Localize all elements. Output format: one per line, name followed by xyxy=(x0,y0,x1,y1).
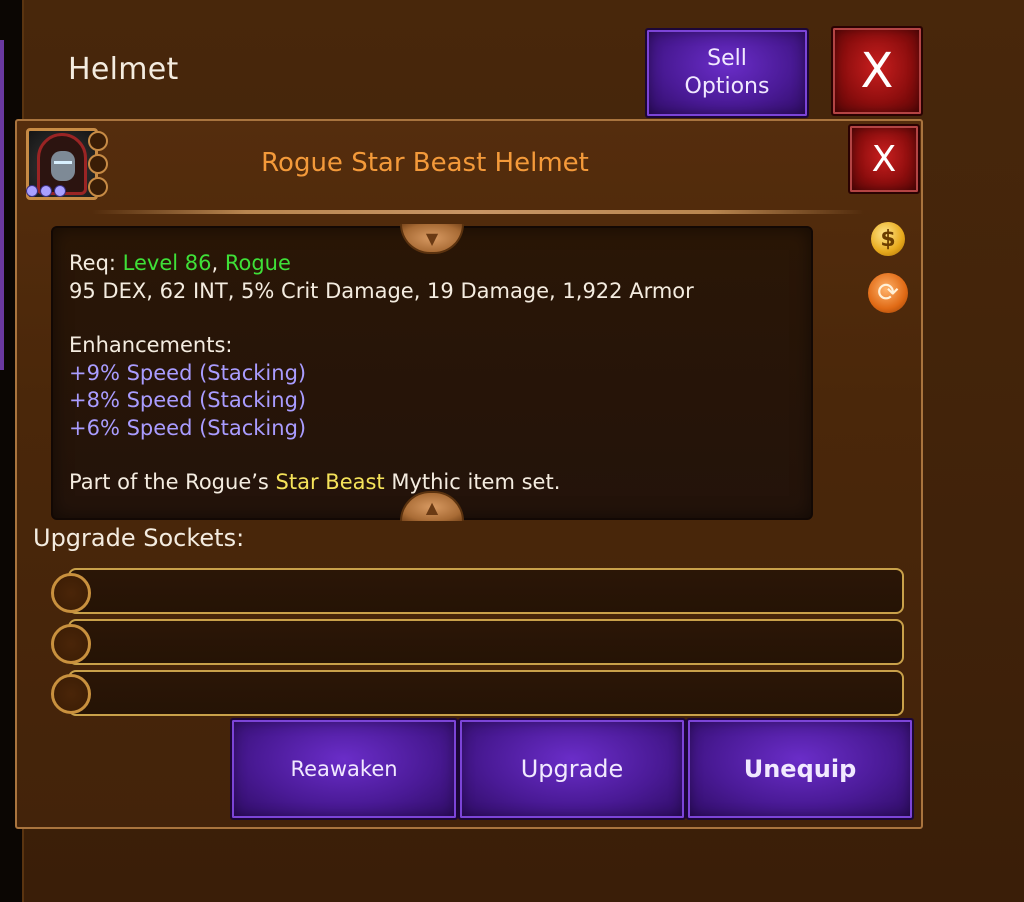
enhancement-line: +9% Speed (Stacking) xyxy=(69,360,307,385)
enhancement-line: +6% Speed (Stacking) xyxy=(69,415,307,440)
swap-arrows-icon[interactable]: ⟳ xyxy=(868,273,908,313)
rarity-pip xyxy=(40,185,52,197)
req-prefix: Req: xyxy=(69,251,123,275)
requirement-line: Req: Level 86, Rogue xyxy=(69,250,795,278)
unequip-label: Unequip xyxy=(743,755,857,783)
stats-line: 95 DEX, 62 INT, 5% Crit Damage, 19 Damag… xyxy=(69,278,694,303)
sell-options-label: Sell Options xyxy=(684,46,770,99)
socket-ring-icon xyxy=(88,177,108,197)
close-panel-button[interactable]: X xyxy=(848,124,920,194)
rarity-pips xyxy=(26,185,66,197)
close-icon: X xyxy=(860,43,894,99)
upgrade-socket-slot[interactable] xyxy=(68,670,904,716)
req-separator: , xyxy=(211,251,225,275)
rarity-pip xyxy=(54,185,66,197)
socket-ring-icon xyxy=(88,131,108,151)
req-class: Rogue xyxy=(224,251,291,275)
left-edge-stripe xyxy=(0,40,4,370)
empty-socket-icon xyxy=(51,573,91,613)
socket-ring-icon xyxy=(88,154,108,174)
set-name: Star Beast xyxy=(275,470,385,494)
upgrade-label: Upgrade xyxy=(520,755,624,783)
empty-socket-icon xyxy=(51,624,91,664)
upgrade-button[interactable]: Upgrade xyxy=(458,718,686,820)
page-title: Helmet xyxy=(68,52,179,87)
enhancements-label: Enhancements: xyxy=(69,333,233,357)
eyes-shape xyxy=(54,161,72,164)
reawaken-label: Reawaken xyxy=(290,757,398,781)
empty-socket-icon xyxy=(51,674,91,714)
upgrade-socket-slot[interactable] xyxy=(68,619,904,665)
gold-bag-icon[interactable]: $ xyxy=(871,222,905,256)
upgrade-socket-slot[interactable] xyxy=(68,568,904,614)
portrait-socket-rings xyxy=(88,131,108,200)
close-screen-button[interactable]: X xyxy=(831,26,923,116)
upgrade-sockets-label: Upgrade Sockets: xyxy=(33,524,245,552)
req-level: Level 86 xyxy=(122,251,212,275)
item-description: Req: Level 86, Rogue 95 DEX, 62 INT, 5% … xyxy=(51,226,813,520)
set-suffix: Mythic item set. xyxy=(384,470,561,494)
face-shape xyxy=(51,151,75,181)
reawaken-button[interactable]: Reawaken xyxy=(230,718,458,820)
enhancement-line: +8% Speed (Stacking) xyxy=(69,388,307,412)
rarity-pip xyxy=(26,185,38,197)
unequip-button[interactable]: Unequip xyxy=(686,718,914,820)
set-prefix: Part of the Rogue’s xyxy=(69,470,276,494)
sell-options-button[interactable]: Sell Options xyxy=(645,28,809,118)
title-divider xyxy=(92,210,864,214)
close-icon: X xyxy=(871,138,897,180)
item-name: Rogue Star Beast Helmet xyxy=(261,148,589,178)
